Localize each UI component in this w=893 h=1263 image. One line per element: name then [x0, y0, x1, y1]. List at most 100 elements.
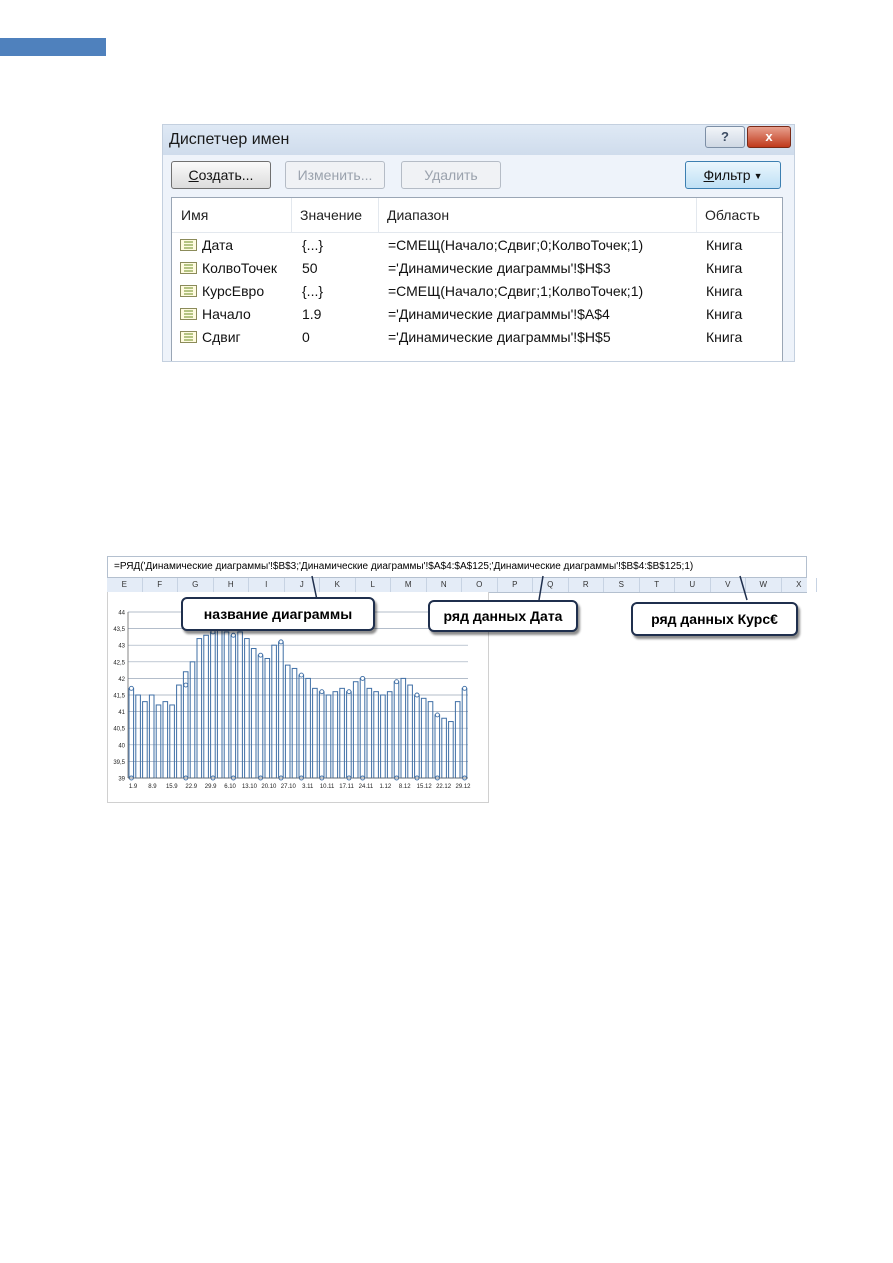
bar — [380, 694, 386, 779]
name-row[interactable]: Начало 1.9 ='Динамические диаграммы'!$A$4 К… — [172, 303, 782, 326]
data-point-marker — [414, 692, 420, 698]
help-button[interactable]: ? — [705, 126, 745, 148]
bar — [373, 691, 379, 779]
named-range-icon — [180, 308, 197, 320]
named-range-icon — [180, 331, 197, 343]
bar — [128, 687, 135, 779]
y-tick-label: 42 — [118, 677, 125, 683]
row-name: Начало — [202, 306, 251, 322]
x-tick-label: 22.12 — [436, 784, 452, 790]
named-range-icon — [180, 285, 197, 297]
row-name: Дата — [202, 237, 234, 253]
data-point-marker — [128, 685, 134, 691]
x-tick-label: 24.11 — [359, 784, 374, 790]
bar — [434, 714, 441, 779]
name-row[interactable]: КолвоТочек 50 ='Динамические диаграммы'!$H… — [172, 257, 782, 280]
x-tick-label: 1.12 — [380, 784, 392, 790]
bar — [414, 694, 420, 779]
x-tick-label: 8.12 — [399, 784, 411, 790]
row-scope: Книга — [706, 237, 743, 253]
bar — [448, 721, 454, 779]
x-tick-label: 13.10 — [242, 784, 258, 790]
callout-pointer-rate — [739, 575, 748, 601]
column-header-scope[interactable]: Область — [705, 207, 760, 223]
data-point-marker — [360, 675, 366, 681]
bar — [346, 691, 352, 779]
names-list[interactable]: Имя Значение Диапазон Область Дата {...} =… — [171, 197, 783, 361]
close-button[interactable]: x — [747, 126, 791, 148]
dialog-title: Диспетчер имен — [169, 131, 290, 148]
delete-button[interactable]: Удалить — [401, 161, 501, 189]
bar — [318, 691, 325, 779]
x-tick-label: 29.12 — [455, 784, 471, 790]
callout-rate-series: ряд данных Курс€ — [631, 602, 798, 636]
bar — [176, 684, 182, 779]
bar — [298, 674, 305, 779]
row-value: 1.9 — [302, 306, 322, 322]
dropdown-arrow-icon: ▼ — [753, 171, 763, 181]
bar — [386, 691, 393, 779]
bar — [162, 701, 169, 779]
row-value: {...} — [302, 237, 324, 253]
y-tick-label: 39 — [118, 777, 125, 783]
name-row[interactable]: Сдвиг 0 ='Динамические диаграммы'!$H$5 Книг… — [172, 326, 782, 349]
bar — [169, 704, 175, 779]
data-point-marker — [462, 685, 468, 691]
x-tick-label: 10.11 — [320, 784, 335, 790]
filter-button[interactable]: Фильтр ▼ — [685, 161, 781, 189]
column-header-value[interactable]: Значение — [300, 207, 362, 223]
bar — [216, 628, 223, 779]
named-range-icon — [180, 262, 197, 274]
row-range: =СМЕЩ(Начало;Сдвиг;1;КолвоТочек;1) — [388, 283, 644, 299]
data-point-marker — [434, 712, 440, 718]
column-header-range[interactable]: Диапазон — [387, 207, 449, 223]
x-tick-label: 1.9 — [129, 784, 138, 790]
bar — [250, 648, 257, 779]
bar — [407, 684, 413, 779]
x-tick-label: 15.12 — [417, 784, 433, 790]
bar — [237, 631, 243, 779]
bar — [264, 657, 271, 779]
bar — [278, 641, 284, 779]
bar — [203, 634, 209, 779]
bar — [461, 687, 468, 779]
row-name: Сдвиг — [202, 329, 241, 345]
bar — [339, 687, 345, 779]
x-tick-label: 8.9 — [148, 784, 157, 790]
row-name: КурсЕвро — [202, 283, 265, 299]
y-tick-label: 39,5 — [113, 760, 125, 766]
row-scope: Книга — [706, 306, 743, 322]
x-tick-label: 17.11 — [339, 784, 354, 790]
names-list-header: Имя Значение Диапазон Область — [172, 198, 782, 233]
data-point-marker — [258, 652, 264, 658]
excel-series-screenshot: =РЯД('Динамические диаграммы'!$B$3;'Дина… — [107, 556, 817, 803]
data-point-marker — [319, 689, 325, 695]
row-scope: Книга — [706, 283, 743, 299]
x-tick-label: 22.9 — [185, 784, 197, 790]
x-tick-label: 27.10 — [281, 784, 297, 790]
x-tick-label: 3.11 — [302, 784, 314, 790]
name-row[interactable]: КурсЕвро {...} =СМЕЩ(Начало;Сдвиг;1;КолвоТ… — [172, 280, 782, 303]
bar — [142, 701, 148, 779]
bar — [312, 687, 318, 779]
data-point-marker — [298, 672, 304, 678]
x-tick-label: 20.10 — [261, 784, 277, 790]
bar — [244, 638, 250, 779]
bar — [257, 654, 264, 779]
bar — [196, 638, 203, 779]
column-header-name[interactable]: Имя — [181, 207, 208, 223]
data-point-marker — [394, 679, 400, 685]
name-row[interactable]: Дата {...} =СМЕЩ(Начало;Сдвиг;0;КолвоТочек… — [172, 234, 782, 257]
bar — [427, 701, 434, 779]
bar — [454, 701, 461, 779]
help-icon: ? — [721, 129, 729, 144]
bar — [135, 694, 141, 779]
create-button[interactable]: Создать... — [171, 161, 271, 189]
row-range: ='Динамические диаграммы'!$A$4 — [388, 306, 610, 322]
named-range-icon — [180, 239, 197, 251]
bar — [366, 687, 373, 779]
y-tick-label: 40,5 — [113, 727, 125, 733]
y-tick-label: 40 — [118, 743, 125, 749]
edit-button[interactable]: Изменить... — [285, 161, 385, 189]
bar — [210, 631, 216, 779]
